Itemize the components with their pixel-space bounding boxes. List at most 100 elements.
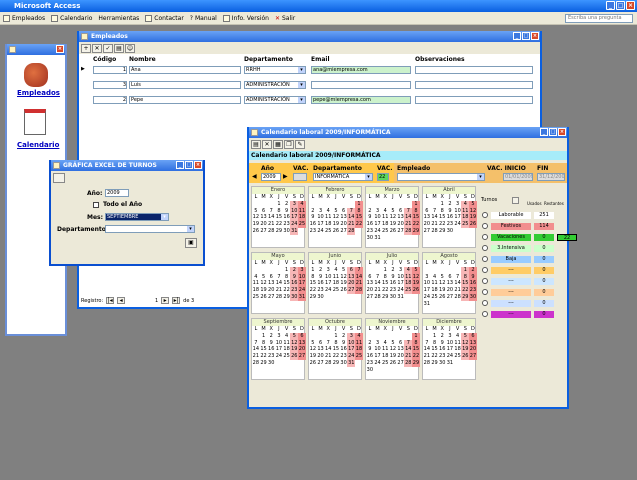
day-cell[interactable]: 12 [332,214,340,221]
day-cell[interactable]: 2 [366,340,374,347]
day-cell[interactable]: 4 [454,333,462,340]
day-cell[interactable]: 7 [275,274,283,281]
day-cell[interactable]: 22 [260,353,268,360]
day-cell[interactable]: 31 [298,293,306,301]
day-cell[interactable]: 30 [389,294,397,301]
day-cell[interactable]: 17 [298,280,306,288]
day-cell[interactable]: 15 [275,214,283,221]
day-cell[interactable]: 5 [290,332,299,340]
day-cell[interactable]: 10 [397,274,405,281]
day-cell[interactable]: 14 [252,346,260,353]
minimize-button[interactable]: _ [606,1,615,10]
day-cell[interactable]: 1 [260,333,268,340]
day-cell[interactable]: 5 [389,208,397,215]
turno-row[interactable]: --- 0 [482,310,577,318]
day-cell[interactable]: 7 [423,340,431,347]
day-cell[interactable]: 7 [454,274,462,281]
day-cell[interactable]: 13 [397,214,405,221]
day-cell[interactable]: 4 [252,274,260,281]
day-cell[interactable]: 2 [267,333,275,340]
day-cell[interactable]: 29 [283,294,291,301]
day-cell[interactable]: 1 [412,200,420,208]
day-cell[interactable]: 28 [423,360,431,367]
email-field[interactable] [311,96,411,104]
turno-radio[interactable] [482,245,488,251]
day-cell[interactable]: 9 [340,340,348,347]
day-cell[interactable]: 11 [461,207,470,215]
day-cell[interactable]: 3 [290,200,299,208]
day-cell[interactable]: 24 [298,287,306,294]
day-cell[interactable]: 26 [252,228,260,235]
day-cell[interactable]: 18 [431,287,439,294]
turno-row[interactable]: --- 0 [482,277,577,285]
day-cell[interactable]: 14 [267,214,275,221]
day-cell[interactable]: 8 [412,339,420,347]
day-cell[interactable]: 18 [324,221,332,228]
day-cell[interactable]: 13 [298,339,306,347]
ano-input[interactable] [105,189,129,197]
day-cell[interactable]: 15 [332,346,340,353]
day-cell[interactable]: 12 [290,339,299,347]
day-cell[interactable]: 23 [290,287,299,294]
day-cell[interactable]: 8 [283,274,291,281]
day-cell[interactable]: 6 [298,332,306,340]
day-cell[interactable]: 1 [381,267,389,274]
switchboard-close[interactable]: × [56,45,64,53]
turnos-edit-button[interactable] [512,197,519,204]
day-cell[interactable]: 22 [309,287,317,294]
excel-icon[interactable] [53,173,65,183]
day-cell[interactable]: 24 [423,294,431,301]
day-cell[interactable]: 19 [260,287,268,294]
day-cell[interactable]: 15 [461,280,470,288]
day-cell[interactable]: 14 [275,280,283,287]
day-cell[interactable]: 4 [404,266,413,274]
day-cell[interactable]: 12 [309,346,317,353]
print-icon[interactable]: ▤ [251,140,261,149]
day-cell[interactable]: 24 [397,287,405,294]
day-cell[interactable]: 4 [324,208,332,215]
day-cell[interactable]: 3 [374,208,382,215]
day-cell[interactable]: 5 [412,266,420,274]
day-cell[interactable]: 23 [283,221,291,228]
codigo-field[interactable] [93,81,127,89]
day-cell[interactable]: 7 [252,340,260,347]
day-cell[interactable]: 9 [389,274,397,281]
day-cell[interactable]: 15 [283,280,291,287]
day-cell[interactable]: 30 [290,293,299,301]
day-cell[interactable]: 11 [431,280,439,287]
day-cell[interactable]: 19 [412,280,420,288]
day-cell[interactable]: 8 [260,340,268,347]
day-cell[interactable]: 28 [404,227,413,235]
day-cell[interactable]: 2 [446,201,454,208]
day-cell[interactable]: 20 [267,287,275,294]
day-cell[interactable]: 19 [252,221,260,228]
day-cell[interactable]: 31 [347,359,356,367]
day-cell[interactable]: 25 [454,353,462,360]
day-cell[interactable]: 4 [298,200,306,208]
day-cell[interactable]: 9 [309,214,317,221]
day-cell[interactable]: 6 [423,208,431,215]
day-cell[interactable]: 1 [283,267,291,274]
day-cell[interactable]: 17 [324,280,332,287]
day-cell[interactable]: 17 [374,221,382,228]
day-cell[interactable]: 18 [461,214,470,222]
day-cell[interactable]: 29 [412,359,420,367]
day-cell[interactable]: 5 [461,332,470,340]
day-cell[interactable]: 27 [423,228,431,235]
day-cell[interactable]: 22 [431,353,439,360]
maximize-button[interactable]: □ [616,1,625,10]
day-cell[interactable]: 2 [340,333,348,340]
day-cell[interactable]: 4 [355,332,363,340]
day-cell[interactable]: 7 [374,274,382,281]
day-cell[interactable]: 29 [461,293,470,301]
day-cell[interactable]: 18 [252,287,260,294]
day-cell[interactable]: 23 [446,221,454,228]
day-cell[interactable]: 7 [404,339,413,347]
day-cell[interactable]: 2 [366,208,374,215]
day-cell[interactable]: 14 [347,214,356,222]
day-cell[interactable]: 10 [374,214,382,221]
day-cell[interactable]: 22 [355,221,363,228]
day-cell[interactable]: 1 [412,332,420,340]
day-cell[interactable]: 21 [324,353,332,360]
day-cell[interactable]: 21 [431,221,439,228]
